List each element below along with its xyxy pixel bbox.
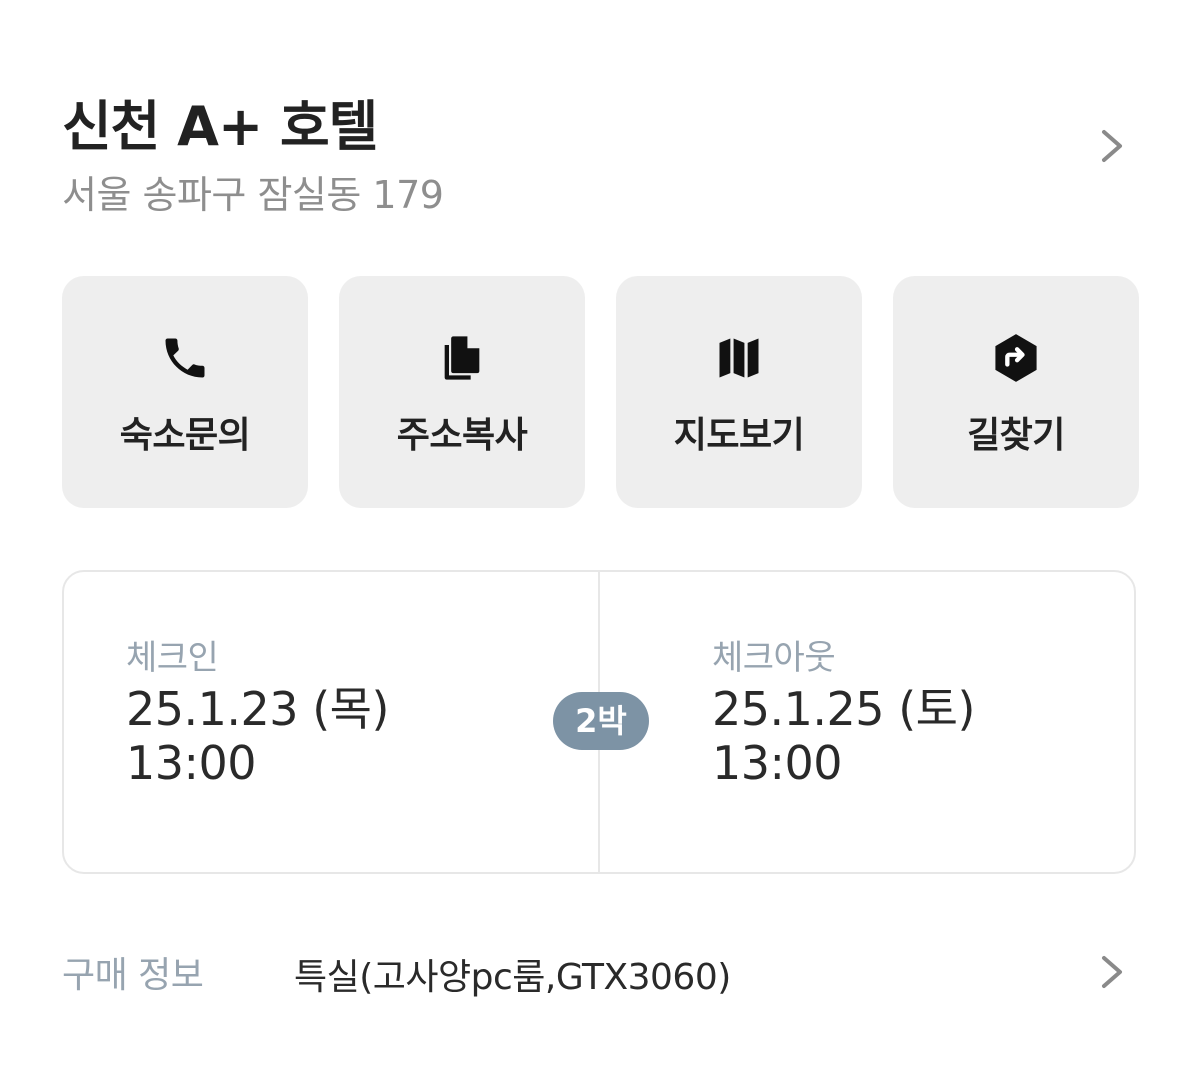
purchase-info-row[interactable]: 구매 정보 특실(고사양pc룸,GTX3060) — [62, 940, 1140, 1004]
copy-icon — [436, 332, 488, 384]
copy-address-button[interactable]: 주소복사 — [339, 276, 585, 508]
hotel-header[interactable]: 신천 A+ 호텔 서울 송파구 잠실동 179 — [62, 78, 1142, 218]
checkin-section: 체크인 25.1.23 (목) 13:00 — [126, 634, 389, 790]
directions-icon — [990, 332, 1042, 384]
view-map-label: 지도보기 — [673, 415, 805, 456]
hotel-name: 신천 A+ 호텔 — [62, 95, 378, 158]
checkin-time: 13:00 — [126, 736, 257, 790]
quick-actions: 숙소문의 주소복사 지도보기 길찾기 — [62, 276, 1140, 508]
chevron-right-icon[interactable] — [1092, 948, 1132, 996]
checkout-date: 25.1.25 (토) — [712, 682, 975, 736]
map-icon — [713, 332, 765, 384]
directions-label: 길찾기 — [967, 415, 1065, 456]
stay-period-card: 체크인 25.1.23 (목) 13:00 2박 체크아웃 25.1.25 (토… — [62, 570, 1136, 874]
checkout-time: 13:00 — [712, 736, 843, 790]
inquiry-button[interactable]: 숙소문의 — [62, 276, 308, 508]
checkin-date: 25.1.23 (목) — [126, 682, 389, 736]
checkin-label: 체크인 — [126, 638, 219, 678]
nights-badge: 2박 — [553, 692, 649, 750]
phone-icon — [159, 332, 211, 384]
hotel-address: 서울 송파구 잠실동 179 — [62, 173, 444, 217]
checkout-label: 체크아웃 — [712, 638, 836, 678]
inquiry-label: 숙소문의 — [119, 415, 251, 456]
copy-address-label: 주소복사 — [396, 415, 528, 456]
view-map-button[interactable]: 지도보기 — [616, 276, 862, 508]
chevron-right-icon[interactable] — [1092, 122, 1132, 170]
checkout-section: 체크아웃 25.1.25 (토) 13:00 — [712, 634, 975, 790]
directions-button[interactable]: 길찾기 — [893, 276, 1139, 508]
purchase-info-value: 특실(고사양pc룸,GTX3060) — [294, 957, 731, 998]
purchase-info-label: 구매 정보 — [62, 955, 204, 996]
